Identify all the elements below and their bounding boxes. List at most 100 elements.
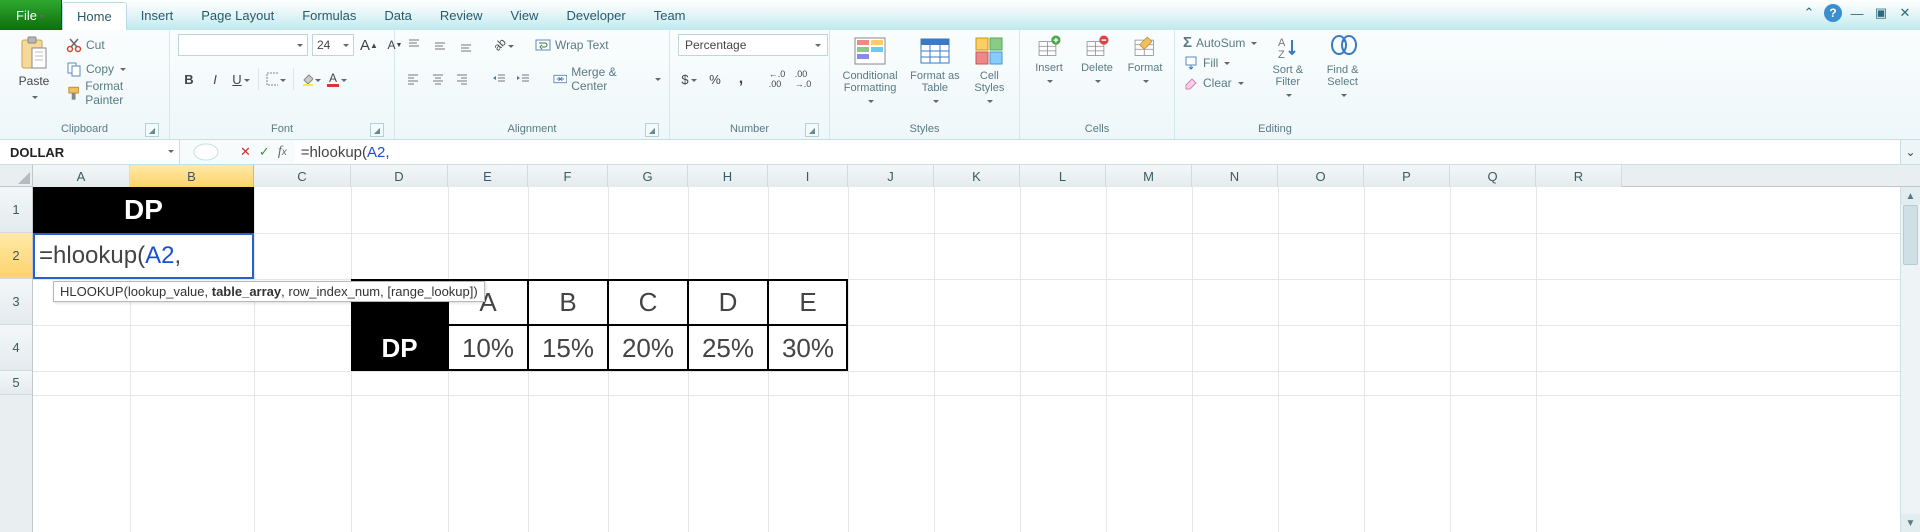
format-painter-button[interactable]: Format Painter (66, 82, 161, 104)
cell-F3[interactable]: B (528, 279, 608, 325)
tab-review[interactable]: Review (426, 0, 497, 30)
row-header-1[interactable]: 1 (0, 187, 32, 233)
cell-E4[interactable]: 10% (448, 325, 528, 371)
decrease-decimal-button[interactable]: .00→.0 (792, 68, 814, 90)
column-header-B[interactable]: B (130, 165, 254, 187)
accept-formula-button[interactable]: ✓ (259, 144, 270, 160)
name-box-caret-icon[interactable] (161, 149, 179, 155)
cell-I3[interactable]: E (768, 279, 848, 325)
italic-button[interactable]: I (204, 68, 226, 90)
scroll-down-button[interactable]: ▼ (1901, 514, 1920, 532)
increase-decimal-button[interactable]: ←.0.00 (766, 68, 788, 90)
tab-home[interactable]: Home (62, 2, 127, 30)
decrease-indent-button[interactable] (488, 68, 509, 90)
comma-button[interactable]: , (730, 68, 752, 90)
cancel-formula-button[interactable]: ✕ (240, 144, 251, 160)
column-header-P[interactable]: P (1364, 165, 1450, 187)
column-header-R[interactable]: R (1536, 165, 1622, 187)
bold-button[interactable]: B (178, 68, 200, 90)
paste-button[interactable]: Paste (8, 34, 60, 106)
increase-indent-button[interactable] (513, 68, 534, 90)
row-header-4[interactable]: 4 (0, 325, 32, 371)
number-format-combo[interactable]: Percentage (678, 34, 828, 56)
font-size-combo[interactable]: 24 (312, 34, 354, 56)
column-header-Q[interactable]: Q (1450, 165, 1536, 187)
cell-G3[interactable]: C (608, 279, 688, 325)
copy-button[interactable]: Copy (66, 58, 161, 80)
tab-data[interactable]: Data (370, 0, 425, 30)
align-left-button[interactable] (403, 68, 424, 90)
format-button[interactable]: Format (1124, 34, 1166, 88)
formula-bar-input[interactable]: =hlookup(A2, (295, 140, 1900, 164)
currency-button[interactable]: $ (678, 68, 700, 90)
cell-H4[interactable]: 25% (688, 325, 768, 371)
underline-button[interactable]: U (230, 68, 252, 90)
tab-formulas[interactable]: Formulas (288, 0, 370, 30)
tab-page-layout[interactable]: Page Layout (187, 0, 288, 30)
column-header-A[interactable]: A (33, 165, 130, 187)
merge-center-button[interactable]: Merge & Center (553, 68, 661, 90)
cut-button[interactable]: Cut (66, 34, 161, 56)
clipboard-dialog-launcher[interactable]: ◢ (145, 123, 159, 137)
align-center-button[interactable] (428, 68, 449, 90)
autosum-button[interactable]: ΣAutoSum (1183, 34, 1257, 51)
row-header-5[interactable]: 5 (0, 371, 32, 395)
column-header-E[interactable]: E (448, 165, 528, 187)
column-header-M[interactable]: M (1106, 165, 1192, 187)
tab-view[interactable]: View (497, 0, 553, 30)
column-header-D[interactable]: D (351, 165, 448, 187)
orientation-button[interactable]: ab (493, 34, 515, 56)
column-header-H[interactable]: H (688, 165, 768, 187)
align-middle-button[interactable] (429, 34, 451, 56)
fill-color-button[interactable] (300, 68, 322, 90)
column-header-J[interactable]: J (848, 165, 934, 187)
align-top-button[interactable] (403, 34, 425, 56)
column-header-G[interactable]: G (608, 165, 688, 187)
fill-button[interactable]: Fill (1183, 55, 1257, 71)
font-dialog-launcher[interactable]: ◢ (370, 123, 384, 137)
conditional-formatting-button[interactable]: Conditional Formatting (838, 34, 902, 108)
cell-D4[interactable]: DP (351, 325, 448, 371)
row-header-3[interactable]: 3 (0, 279, 32, 325)
scroll-thumb[interactable] (1903, 205, 1918, 265)
increase-font-button[interactable]: A▲ (358, 34, 380, 56)
column-header-N[interactable]: N (1192, 165, 1278, 187)
window-restore-icon[interactable]: ▣ (1872, 4, 1890, 22)
name-box[interactable]: DOLLAR (0, 140, 180, 164)
cell-A2-editing[interactable]: =hlookup(A2, (33, 233, 254, 279)
number-dialog-launcher[interactable]: ◢ (805, 123, 819, 137)
font-family-combo[interactable] (178, 34, 308, 56)
font-color-button[interactable]: A (326, 68, 348, 90)
column-header-C[interactable]: C (254, 165, 351, 187)
delete-button[interactable]: Delete (1076, 34, 1118, 88)
cell-I4[interactable]: 30% (768, 325, 848, 371)
vertical-scrollbar[interactable]: ▲ ▼ (1900, 187, 1920, 532)
format-as-table-button[interactable]: Format as Table (908, 34, 962, 108)
find-select-button[interactable]: Find & Select (1318, 34, 1367, 102)
window-minimize-icon[interactable]: — (1848, 4, 1866, 22)
scroll-up-button[interactable]: ▲ (1901, 187, 1920, 205)
tab-developer[interactable]: Developer (552, 0, 639, 30)
row-header-2[interactable]: 2 (0, 233, 32, 279)
column-header-O[interactable]: O (1278, 165, 1364, 187)
cell-F4[interactable]: 15% (528, 325, 608, 371)
alignment-dialog-launcher[interactable]: ◢ (645, 123, 659, 137)
column-header-L[interactable]: L (1020, 165, 1106, 187)
window-close-icon[interactable]: ✕ (1896, 4, 1914, 22)
file-tab[interactable]: File (0, 0, 62, 30)
align-bottom-button[interactable] (455, 34, 477, 56)
tab-insert[interactable]: Insert (127, 0, 188, 30)
cell-styles-button[interactable]: Cell Styles (968, 34, 1011, 108)
help-icon[interactable]: ? (1824, 4, 1842, 22)
formula-bar-expand-button[interactable]: ⌄ (1900, 140, 1920, 164)
select-all-button[interactable] (0, 165, 33, 187)
column-header-K[interactable]: K (934, 165, 1020, 187)
cell-H3[interactable]: D (688, 279, 768, 325)
insert-button[interactable]: Insert (1028, 34, 1070, 88)
column-header-F[interactable]: F (528, 165, 608, 187)
insert-function-button[interactable]: fx (278, 144, 287, 160)
sort-filter-button[interactable]: AZ Sort & Filter (1263, 34, 1312, 102)
percent-button[interactable]: % (704, 68, 726, 90)
cell-G4[interactable]: 20% (608, 325, 688, 371)
column-header-I[interactable]: I (768, 165, 848, 187)
